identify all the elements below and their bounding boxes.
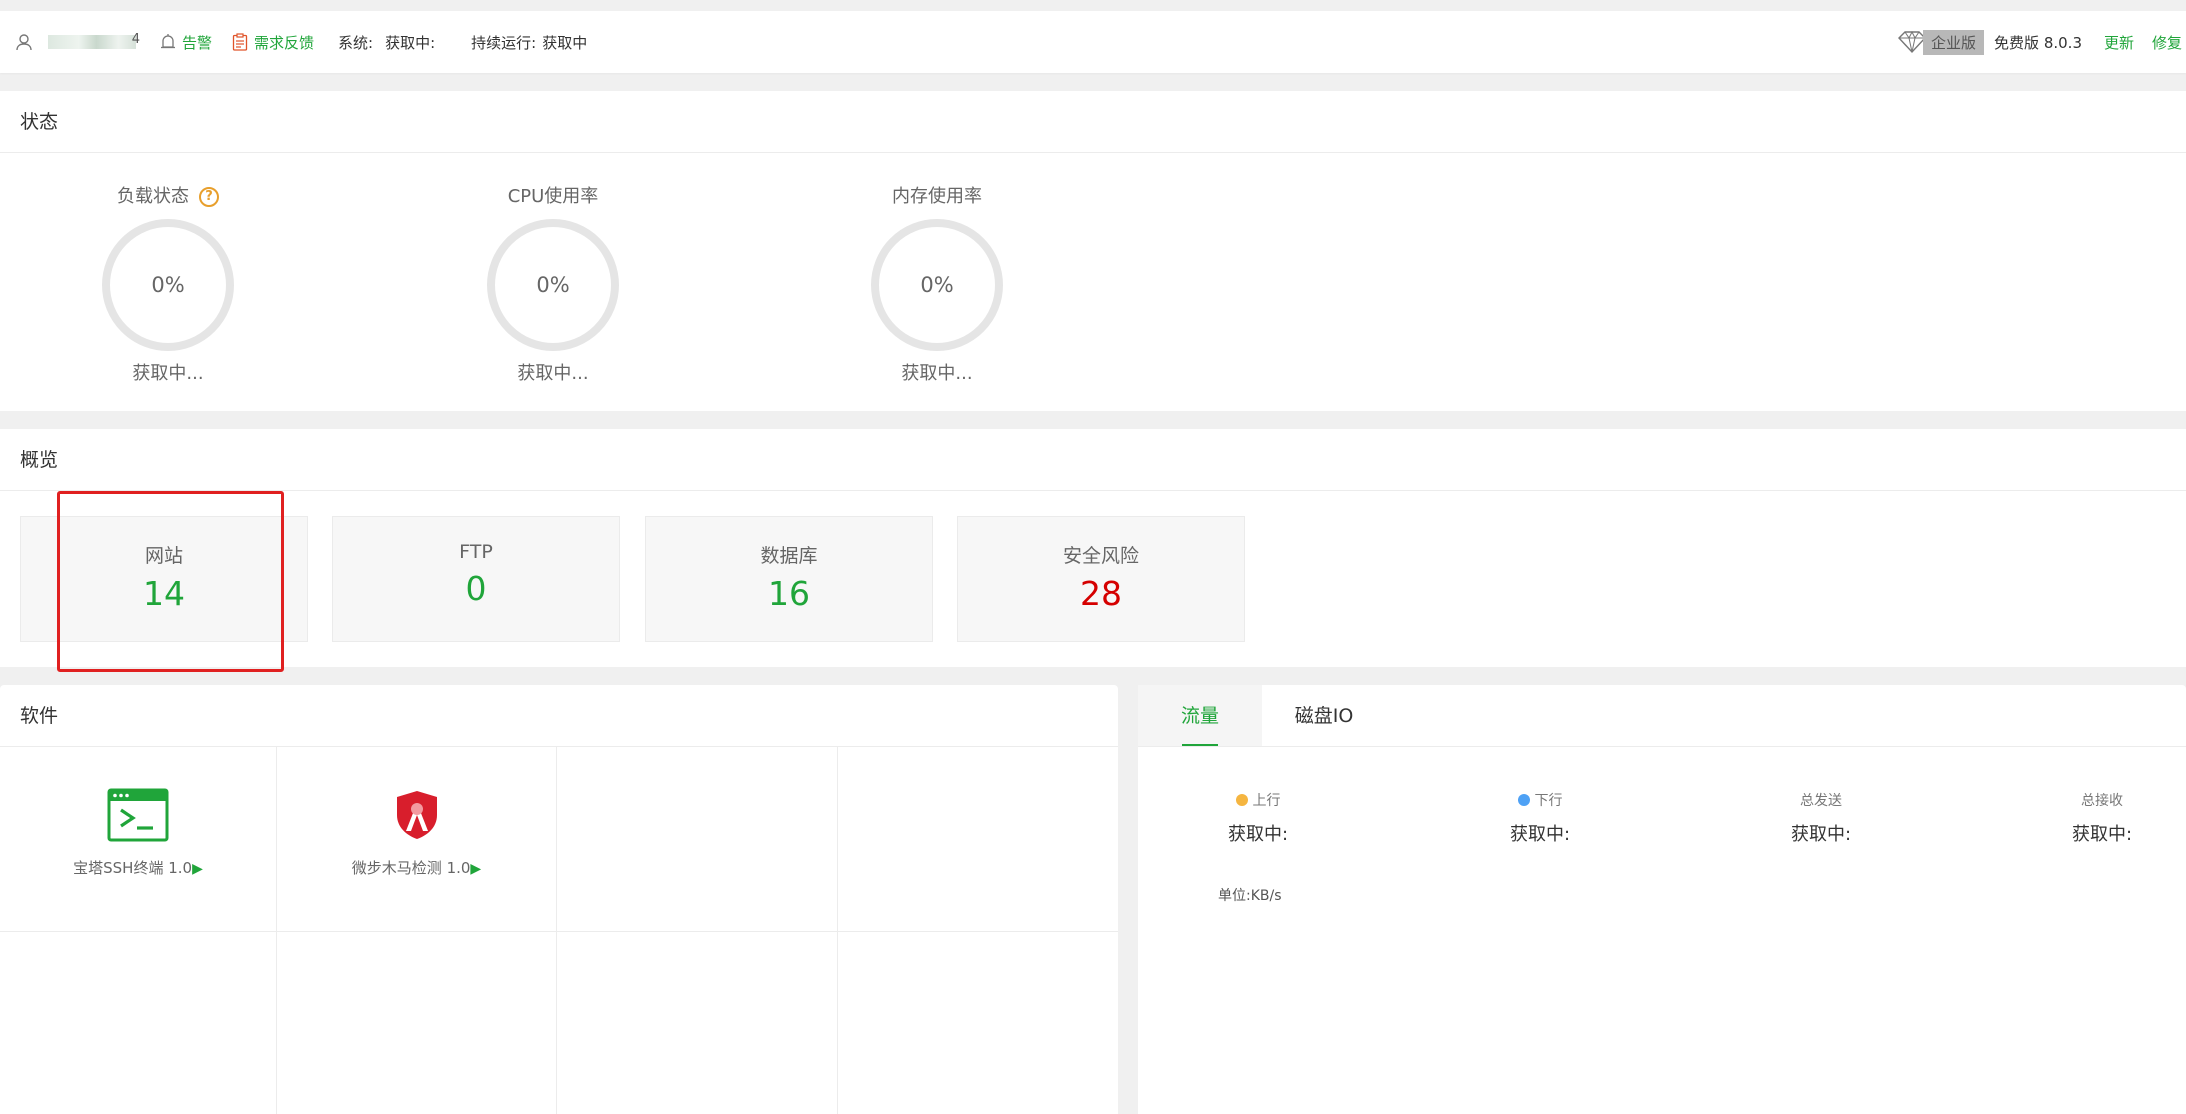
tab-traffic[interactable]: 流量	[1138, 685, 1262, 746]
software-item[interactable]: 宝塔SSH终端 1.0▶	[0, 747, 277, 932]
username[interactable]: 4	[48, 32, 140, 49]
play-icon[interactable]: ▶	[192, 861, 203, 877]
security-risk-count[interactable]: 28	[958, 574, 1244, 613]
download-value: 获取中:	[1509, 824, 1571, 845]
memory-gauge[interactable]: 内存使用率 0% 获取中...	[837, 183, 1037, 385]
traffic-tabs: 流量 磁盘IO	[1138, 685, 2186, 747]
update-link[interactable]: 更新	[2104, 32, 2134, 53]
enterprise-badge[interactable]: 企业版	[1897, 29, 1985, 55]
total-received-stat: 总接收 获取中:	[2022, 790, 2182, 846]
total-received-label: 总接收	[2081, 793, 2123, 809]
top-bar: 4 告警 需求反馈 系统: 获取中: 持续运行: 获取中 企业版 免费版 8.0…	[0, 11, 2186, 73]
software-slot	[557, 747, 838, 932]
shield-icon	[386, 787, 448, 843]
software-slot	[838, 747, 1118, 932]
tab-disk-io[interactable]: 磁盘IO	[1262, 685, 1386, 746]
cpu-status: 获取中...	[517, 363, 589, 384]
feedback-label: 需求反馈	[254, 33, 315, 52]
status-title: 状态	[0, 91, 2186, 153]
total-sent-stat: 总发送 获取中:	[1741, 790, 1901, 846]
software-name: 微步木马检测 1.0	[351, 859, 471, 877]
clipboard-icon	[232, 33, 248, 51]
website-label: 网站	[144, 545, 183, 567]
download-stat: 下行 获取中:	[1460, 790, 1620, 846]
website-count[interactable]: 14	[21, 574, 307, 613]
upload-label: 上行	[1252, 793, 1281, 809]
play-icon[interactable]: ▶	[470, 861, 481, 877]
software-slot	[277, 932, 557, 1114]
website-card[interactable]: 网站 14	[20, 516, 308, 642]
unit-label: 单位:KB/s	[1218, 888, 1282, 904]
terminal-icon	[107, 787, 169, 843]
memory-label: 内存使用率	[892, 186, 982, 207]
load-ring: 0%	[102, 219, 234, 351]
cpu-ring: 0%	[487, 219, 619, 351]
database-label: 数据库	[760, 545, 818, 567]
overview-panel: 概览 网站 14 FTP 0 数据库 16 安全风险 28	[0, 429, 2186, 667]
software-slot	[0, 932, 277, 1114]
uptime-label: 持续运行:	[471, 33, 537, 52]
memory-ring: 0%	[871, 219, 1003, 351]
software-panel: 软件 宝塔SSH终端 1.0▶ 微步木马检测 1.0▶	[0, 685, 1118, 1114]
download-label: 下行	[1534, 793, 1563, 809]
ftp-count[interactable]: 0	[333, 569, 619, 608]
version-area: 企业版 免费版 8.0.3 更新 修复	[1897, 11, 2186, 73]
cpu-gauge[interactable]: CPU使用率 0% 获取中...	[453, 183, 653, 385]
software-grid: 宝塔SSH终端 1.0▶ 微步木马检测 1.0▶	[0, 747, 1118, 1114]
database-count[interactable]: 16	[646, 574, 932, 613]
load-label: 负载状态	[117, 186, 189, 207]
repair-link[interactable]: 修复	[2152, 32, 2186, 53]
software-slot	[838, 932, 1118, 1114]
software-item[interactable]: 微步木马检测 1.0▶	[277, 747, 557, 932]
load-status: 获取中...	[132, 363, 204, 384]
software-slot	[557, 932, 838, 1114]
total-sent-label: 总发送	[1800, 793, 1842, 809]
system-value: 获取中:	[385, 33, 436, 52]
load-gauge[interactable]: 负载状态 ? 0% 获取中...	[68, 183, 268, 385]
uptime-value: 获取中	[542, 33, 588, 52]
ftp-label: FTP	[459, 541, 493, 563]
enterprise-label: 企业版	[1923, 29, 1985, 55]
bell-icon	[161, 34, 175, 49]
help-icon[interactable]: ?	[199, 187, 219, 207]
security-risk-label: 安全风险	[1062, 545, 1139, 567]
status-panel: 状态 负载状态 ? 0% 获取中... CPU使用率 0% 获取中... 内存使…	[0, 91, 2186, 411]
total-received-value: 获取中:	[2071, 824, 2133, 845]
system-label: 系统:	[338, 33, 374, 52]
download-dot-icon	[1517, 794, 1530, 806]
upload-dot-icon	[1235, 794, 1248, 806]
software-title: 软件	[0, 685, 1118, 747]
cpu-label: CPU使用率	[507, 186, 599, 207]
upload-value: 获取中:	[1227, 824, 1289, 845]
overview-title: 概览	[0, 429, 2186, 491]
software-name: 宝塔SSH终端 1.0	[73, 859, 193, 877]
database-card[interactable]: 数据库 16	[645, 516, 933, 642]
user-icon[interactable]	[14, 32, 34, 52]
feedback-link[interactable]: 需求反馈	[232, 32, 314, 53]
memory-value: 0%	[920, 273, 954, 297]
security-risk-card[interactable]: 安全风险 28	[957, 516, 1245, 642]
alert-link[interactable]: 告警	[160, 32, 212, 53]
load-value: 0%	[151, 273, 185, 297]
alert-label: 告警	[182, 33, 213, 52]
upload-stat: 上行 获取中:	[1178, 790, 1338, 846]
total-sent-value: 获取中:	[1790, 824, 1852, 845]
memory-status: 获取中...	[901, 363, 973, 384]
free-version-label: 免费版 8.0.3	[1994, 33, 2082, 52]
traffic-panel: 流量 磁盘IO 上行 获取中: 下行 获取中: 总发送 获取中: 总接收 获取中…	[1138, 685, 2186, 1114]
cpu-value: 0%	[536, 273, 570, 297]
ftp-card[interactable]: FTP 0	[332, 516, 620, 642]
